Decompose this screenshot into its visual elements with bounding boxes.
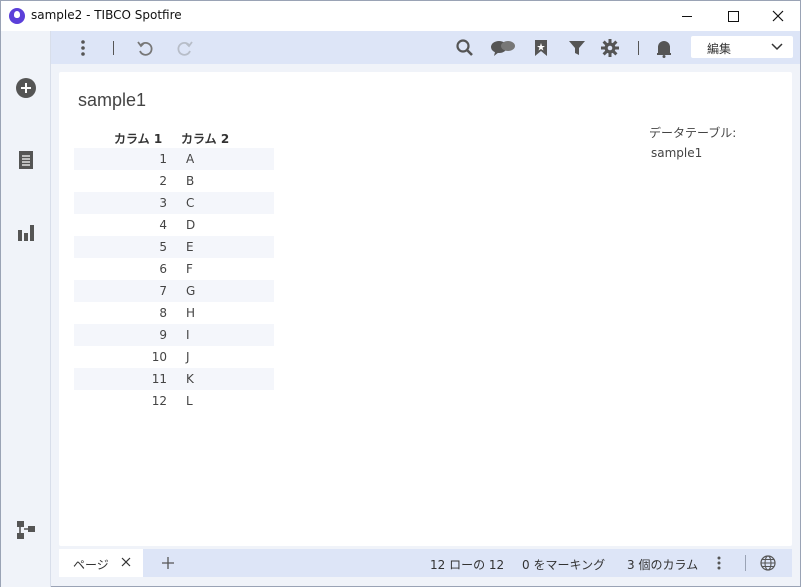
toolbar-divider: [113, 41, 114, 55]
filter-icon[interactable]: [567, 38, 587, 58]
table-cell: D: [186, 218, 196, 232]
table-row[interactable]: 6F: [74, 258, 274, 280]
column-count-status: 3 個のカラム: [627, 558, 699, 572]
table-cell: 12: [151, 394, 167, 408]
bookmarks-icon[interactable]: [531, 38, 551, 58]
data-table-name: sample1: [651, 146, 703, 160]
row-count-status: 12 ローの 12: [430, 558, 505, 572]
data-canvas-icon[interactable]: [15, 519, 37, 541]
table-cell: A: [186, 152, 195, 166]
column-header[interactable]: カラム 2: [181, 130, 229, 147]
close-icon: [772, 10, 784, 22]
table-visualization[interactable]: カラム 1 カラム 2 1 A 2 B 3 C 4 D 5 E 6 F 7 G 8 H 9 I 10 J 11 K 12 L: [74, 126, 274, 412]
close-window-button[interactable]: [755, 1, 801, 31]
table-cell: 6: [159, 262, 167, 276]
page-canvas: sample1 カラム 1 カラム 2 1 A 2 B 3 C 4 D 5 E 6 F 7 G 8 H 9 I 10…: [59, 72, 792, 546]
status-bar: ページ 12 ローの 12 0 をマーキング 3 個のカラム: [59, 549, 792, 577]
maximize-button[interactable]: [710, 1, 756, 31]
minimize-button[interactable]: [664, 1, 710, 31]
table-cell: 4: [159, 218, 167, 232]
table-cell: 8: [159, 306, 167, 320]
table-row[interactable]: 11 K: [74, 368, 274, 390]
globe-icon[interactable]: [760, 555, 776, 571]
table-cell: J: [186, 350, 190, 364]
visualization-types-icon[interactable]: [15, 221, 37, 243]
add-data-icon[interactable]: [15, 77, 37, 99]
more-options-icon[interactable]: [73, 38, 93, 58]
mode-label: 編集: [707, 42, 732, 56]
table-cell: 3: [159, 196, 167, 210]
table-cell: H: [186, 306, 196, 320]
toolbar-divider: [638, 41, 639, 55]
table-row[interactable]: 1A: [74, 148, 274, 170]
redo-icon[interactable]: [175, 38, 195, 58]
table-cell: 9: [159, 328, 167, 342]
table-row[interactable]: 7G: [74, 280, 274, 302]
more-options-icon[interactable]: [715, 556, 723, 570]
search-icon[interactable]: [455, 38, 475, 58]
table-cell: G: [186, 284, 196, 298]
app-window: sample2 - TIBCO Spotfire 編集 sample1 カラム …: [0, 0, 801, 587]
chevron-down-icon: [771, 43, 783, 51]
settings-gear-icon[interactable]: [600, 38, 620, 58]
table-cell: K: [186, 372, 194, 386]
spotfire-logo-icon: [9, 8, 25, 24]
data-table-label: データテーブル:: [649, 126, 737, 140]
column-header[interactable]: カラム 1: [114, 130, 162, 147]
table-cell: I: [186, 328, 190, 342]
page-tab-label: ページ: [73, 558, 109, 572]
undo-icon[interactable]: [135, 38, 155, 58]
table-row[interactable]: 8H: [74, 302, 274, 324]
table-cell: 7: [159, 284, 167, 298]
table-cell: F: [186, 262, 193, 276]
page-tab[interactable]: ページ: [59, 549, 143, 577]
toolbar: 編集: [51, 31, 800, 64]
table-cell: 2: [159, 174, 167, 188]
table-row[interactable]: 4D: [74, 214, 274, 236]
authoring-mode-dropdown[interactable]: 編集: [691, 36, 793, 58]
table-cell: 5: [159, 240, 167, 254]
add-page-icon[interactable]: [161, 556, 175, 570]
table-row[interactable]: 2B: [74, 170, 274, 192]
window-title: sample2 - TIBCO Spotfire: [31, 8, 182, 22]
table-body: 1 A 2 B 3 C 4 D 5 E 6 F 7 G 8 H 9 I 10 J 11 K 12 L: [74, 148, 274, 412]
table-cell: C: [186, 196, 195, 210]
table-cell: 10: [151, 350, 167, 364]
table-header: カラム 1 カラム 2: [74, 126, 274, 148]
notifications-bell-icon[interactable]: [654, 38, 674, 58]
status-divider: [745, 555, 746, 571]
table-cell: 11: [151, 372, 167, 386]
files-and-data-icon[interactable]: [15, 149, 37, 171]
title-bar: sample2 - TIBCO Spotfire: [1, 1, 800, 31]
table-row[interactable]: 10 J: [74, 346, 274, 368]
table-cell: E: [186, 240, 194, 254]
table-cell: L: [186, 394, 193, 408]
visualization-title: sample1: [78, 90, 147, 110]
table-row[interactable]: 5E: [74, 236, 274, 258]
left-rail: [1, 31, 51, 587]
table-row[interactable]: 3C: [74, 192, 274, 214]
table-row[interactable]: 9I: [74, 324, 274, 346]
table-cell: 1: [159, 152, 167, 166]
marking-status: 0 をマーキング: [522, 558, 606, 572]
close-tab-icon[interactable]: [121, 557, 131, 567]
collaboration-icon[interactable]: [490, 38, 516, 58]
table-row[interactable]: 12 L: [74, 390, 274, 412]
table-cell: B: [186, 174, 195, 188]
